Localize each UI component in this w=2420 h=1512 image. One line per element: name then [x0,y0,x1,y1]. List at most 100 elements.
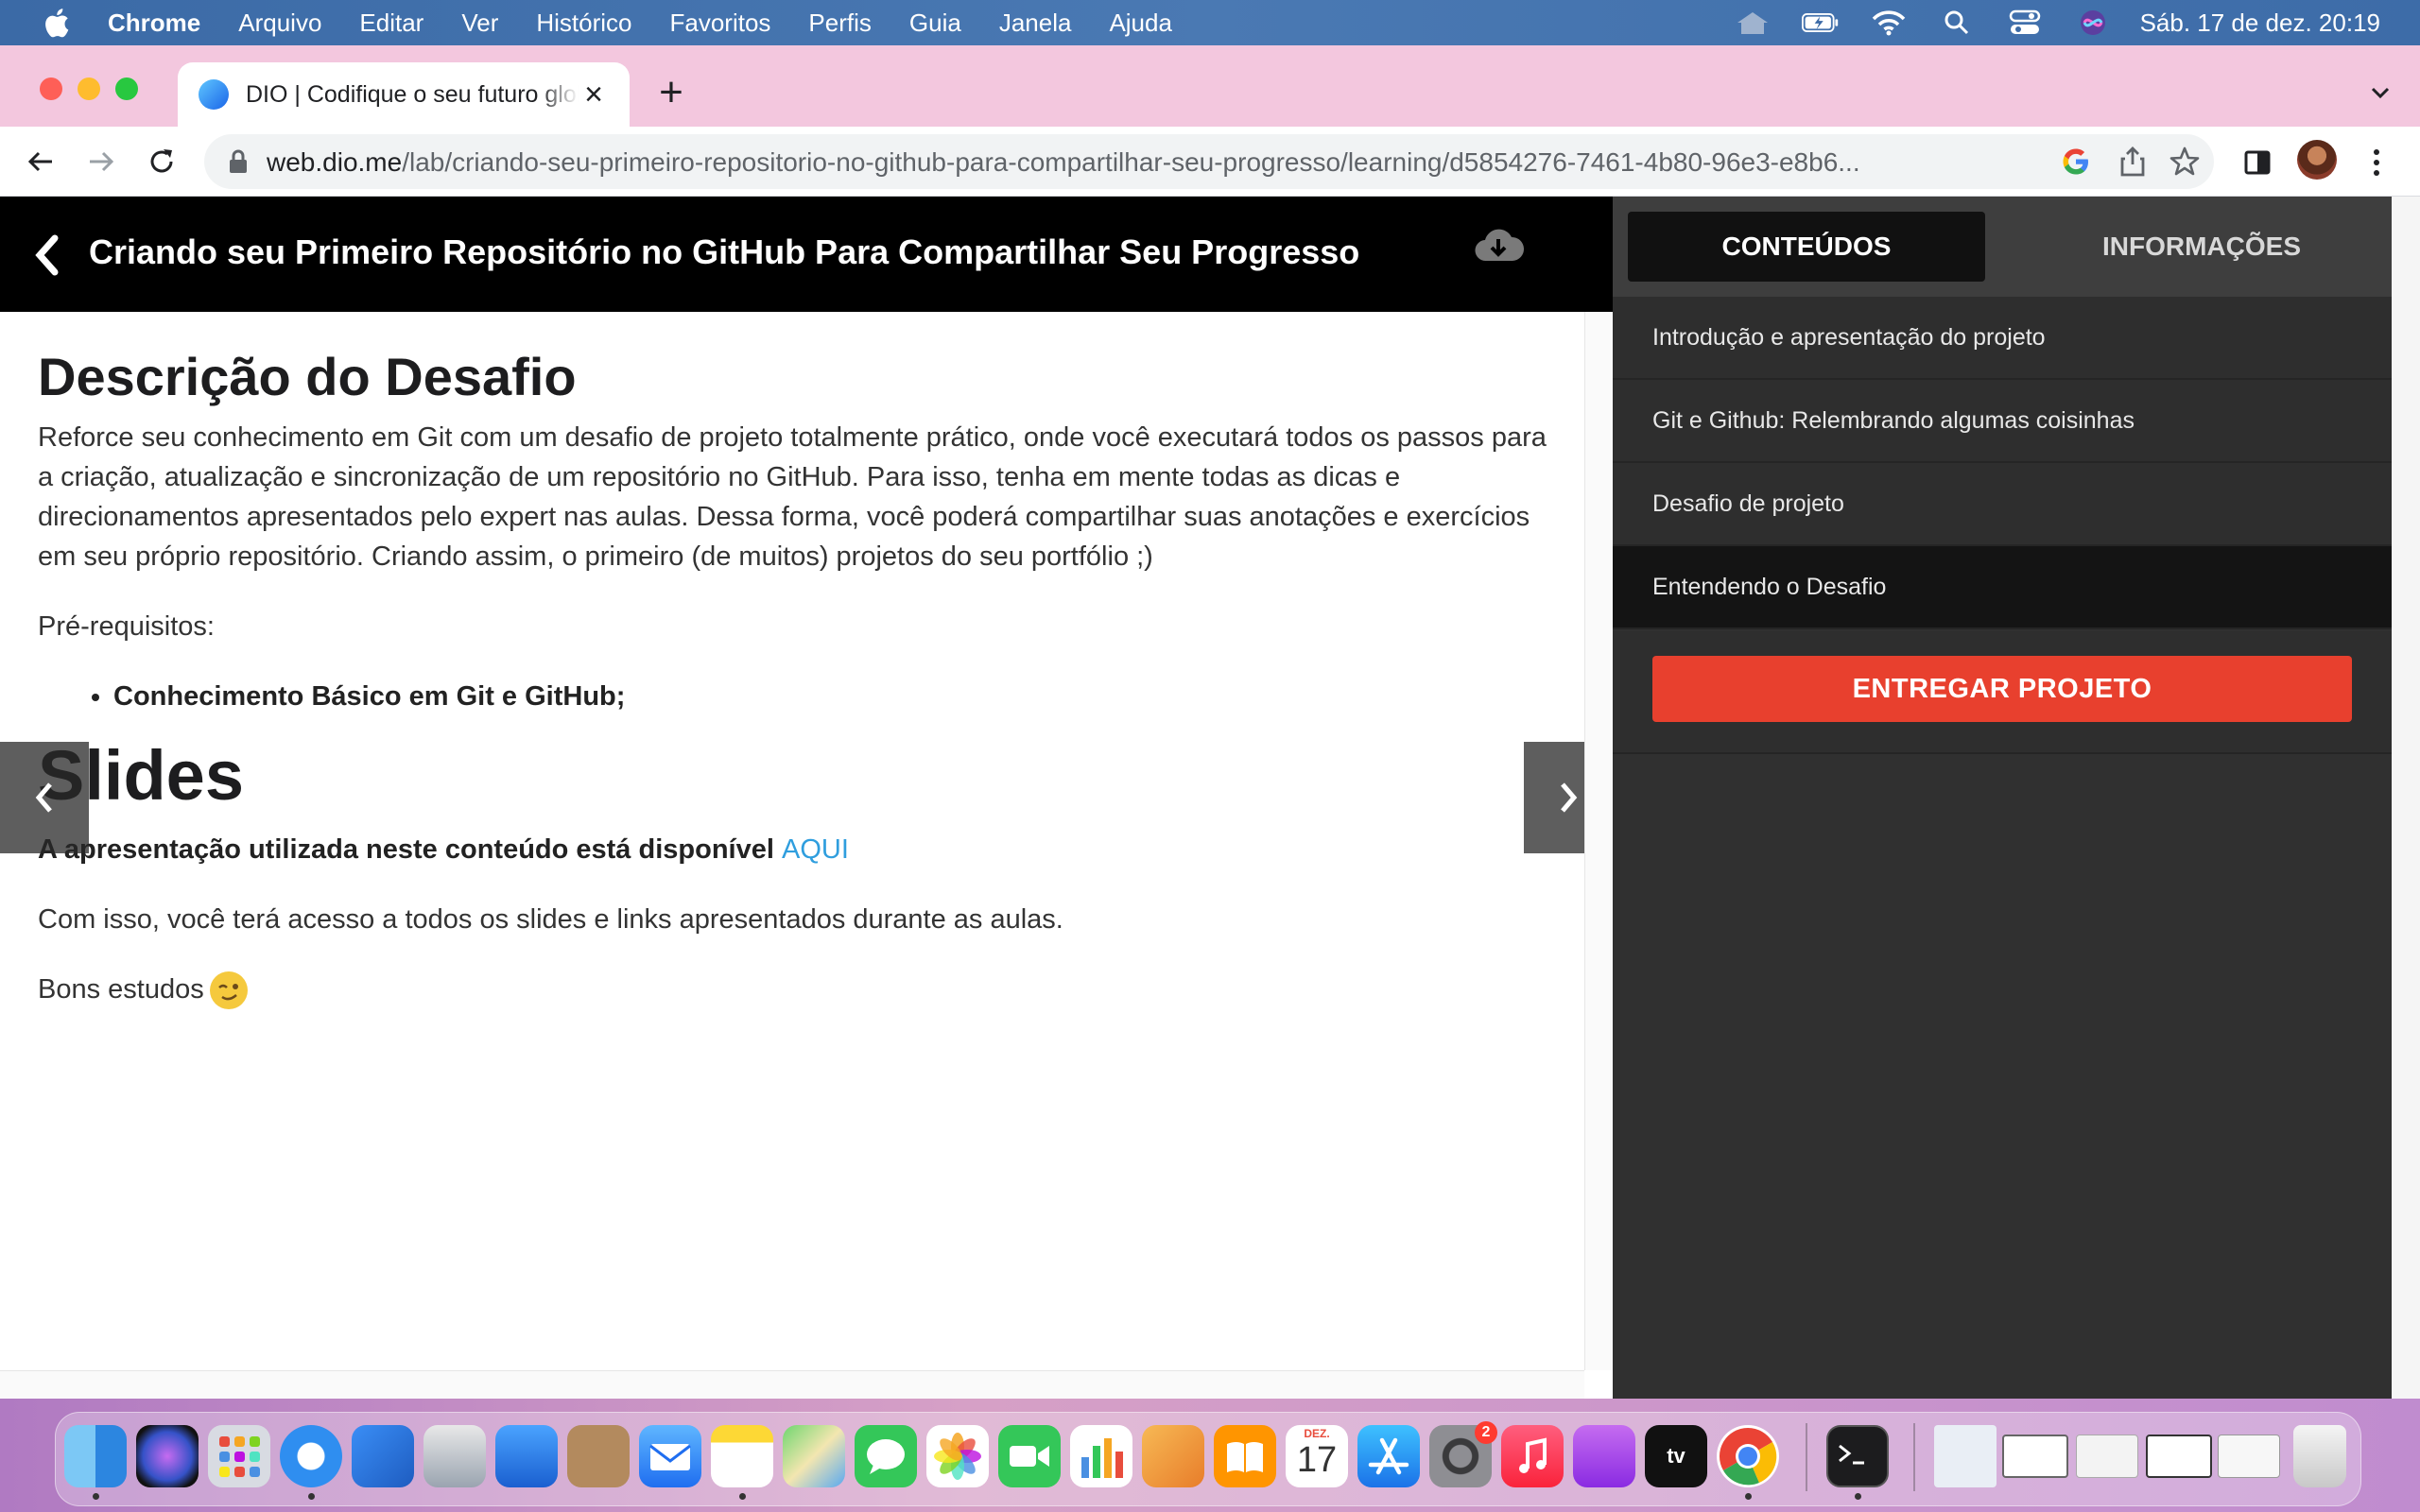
window-close-button[interactable] [40,77,62,100]
home-icon[interactable] [1734,9,1772,37]
tab-informacoes[interactable]: INFORMAÇÕES [2023,212,2380,282]
music-icon[interactable] [1501,1425,1564,1487]
finder-icon[interactable] [64,1425,127,1487]
sidebar-tabs: CONTEÚDOS INFORMAÇÕES [1613,197,2392,297]
menu-arquivo[interactable]: Arquivo [238,9,321,38]
menu-ver[interactable]: Ver [461,9,498,38]
books-icon[interactable] [1214,1425,1276,1487]
menu-guia[interactable]: Guia [909,9,961,38]
search-icon[interactable] [1938,9,1976,37]
side-panel-button[interactable] [2238,144,2276,181]
menu-bar-clock[interactable]: Sáb. 17 de dez. 20:19 [2140,9,2380,38]
menu-janela[interactable]: Janela [999,9,1072,38]
content-horizontal-scrollbar[interactable] [0,1370,1584,1399]
calendar-icon[interactable]: DEZ. 17 [1286,1425,1348,1487]
url-text[interactable]: web.dio.me/lab/criando-seu-primeiro-repo… [267,147,2034,178]
calendar-day: 17 [1296,1440,1338,1480]
menu-favoritos[interactable]: Favoritos [670,9,771,38]
submit-project-button[interactable]: ENTREGAR PROJETO [1652,656,2352,722]
podcasts-icon[interactable] [1573,1425,1635,1487]
cloud-download-icon[interactable] [1473,225,1524,266]
window-minimize-button[interactable] [78,77,100,100]
siri-icon[interactable] [2074,9,2112,37]
photos-icon[interactable] [926,1425,989,1487]
chevron-right-icon [1561,782,1578,813]
notification-badge: 2 [1475,1421,1497,1444]
lock-icon[interactable] [227,148,250,175]
profile-avatar[interactable] [2297,140,2337,180]
arrow-right-icon [90,151,114,172]
menu-historico[interactable]: Histórico [536,9,631,38]
sidebar-scrollbar[interactable] [2392,197,2420,1399]
dio-favicon-icon [199,79,229,110]
minimized-window-thumbnail[interactable] [2218,1435,2280,1478]
app-store-icon[interactable] [1357,1425,1420,1487]
facetime-icon[interactable] [998,1425,1061,1487]
content-vertical-scrollbar[interactable] [1584,312,1613,1370]
control-center-icon[interactable] [2006,9,2044,37]
reload-button[interactable] [144,144,180,180]
apple-tv-icon[interactable]: tv [1645,1425,1707,1487]
new-tab-button[interactable]: + [652,72,690,113]
messages-icon[interactable] [855,1425,917,1487]
browser-toolbar: web.dio.me/lab/criando-seu-primeiro-repo… [0,127,2420,197]
safari-icon[interactable] [280,1425,342,1487]
closing-paragraph: Bons estudos [38,970,1550,1009]
running-indicator [1745,1493,1752,1500]
menu-perfis[interactable]: Perfis [808,9,871,38]
slide-prev-button[interactable] [0,742,89,853]
lesson-item[interactable]: Git e Github: Relembrando algumas coisin… [1613,380,2392,463]
lesson-item-current[interactable]: Entendendo o Desafio [1613,546,2392,629]
tab-close-icon[interactable]: × [577,77,611,112]
slides-link[interactable]: AQUI [782,834,849,865]
chevron-left-back-icon[interactable] [32,232,62,278]
share-icon[interactable] [2118,146,2148,178]
battery-icon[interactable] [1801,9,1840,37]
browser-tab-active[interactable]: DIO | Codifique o seu futuro global × [178,62,630,127]
tab-conteudos[interactable]: CONTEÚDOS [1628,212,1985,282]
notes-icon[interactable] [711,1425,773,1487]
xcode-icon[interactable] [352,1425,414,1487]
challenge-heading: Descrição do Desafio [38,347,577,406]
preview-icon[interactable] [424,1425,486,1487]
google-lens-icon[interactable] [2061,146,2091,177]
minimized-window-thumbnail[interactable] [2146,1435,2212,1478]
tab-search-chevron-icon[interactable] [2367,79,2394,106]
back-button[interactable] [23,144,59,180]
running-indicator [308,1493,315,1500]
lesson-item[interactable]: Desafio de projeto [1613,463,2392,546]
minimized-window-thumbnail[interactable] [2076,1435,2138,1478]
list-item: Conhecimento Básico em Git e GitHub; [113,677,1550,716]
menu-chrome[interactable]: Chrome [108,9,200,38]
lesson-content: Descrição do Desafio Reforce seu conheci… [38,348,1550,1040]
lesson-item[interactable]: Introdução e apresentação do projeto [1613,297,2392,380]
trash-icon[interactable] [2293,1425,2346,1487]
pages-icon[interactable] [1142,1425,1204,1487]
menu-ajuda[interactable]: Ajuda [1109,9,1172,38]
more-vert-icon [2374,149,2379,176]
window-zoom-button[interactable] [115,77,138,100]
numbers-icon[interactable] [1070,1425,1132,1487]
chrome-menu-button[interactable] [2358,144,2395,181]
menu-editar[interactable]: Editar [359,9,424,38]
terminal-icon[interactable] [1826,1425,1889,1487]
maps-icon[interactable] [783,1425,845,1487]
keynote-icon[interactable] [495,1425,558,1487]
launchpad-icon[interactable] [208,1425,270,1487]
lesson-main-panel: Criando seu Primeiro Repositório no GitH… [0,197,1613,1399]
mail-icon[interactable] [639,1425,701,1487]
downloads-stack-icon[interactable] [1934,1425,1996,1487]
bookmark-star-icon[interactable] [2169,146,2201,178]
minimized-window-thumbnail[interactable] [2002,1435,2068,1478]
prerequisites-list: Conhecimento Básico em Git e GitHub; [113,677,1550,716]
apple-logo-icon[interactable] [42,7,70,39]
google-chrome-icon[interactable] [1717,1425,1779,1487]
siri-app-icon[interactable] [136,1425,199,1487]
running-indicator [739,1493,746,1500]
course-header: Criando seu Primeiro Repositório no GitH… [0,197,1613,312]
contacts-icon[interactable] [567,1425,630,1487]
forward-button[interactable] [83,144,119,180]
closing-text: Bons estudos [38,973,204,1005]
address-bar[interactable]: web.dio.me/lab/criando-seu-primeiro-repo… [204,134,2214,189]
wifi-icon[interactable] [1870,9,1908,37]
